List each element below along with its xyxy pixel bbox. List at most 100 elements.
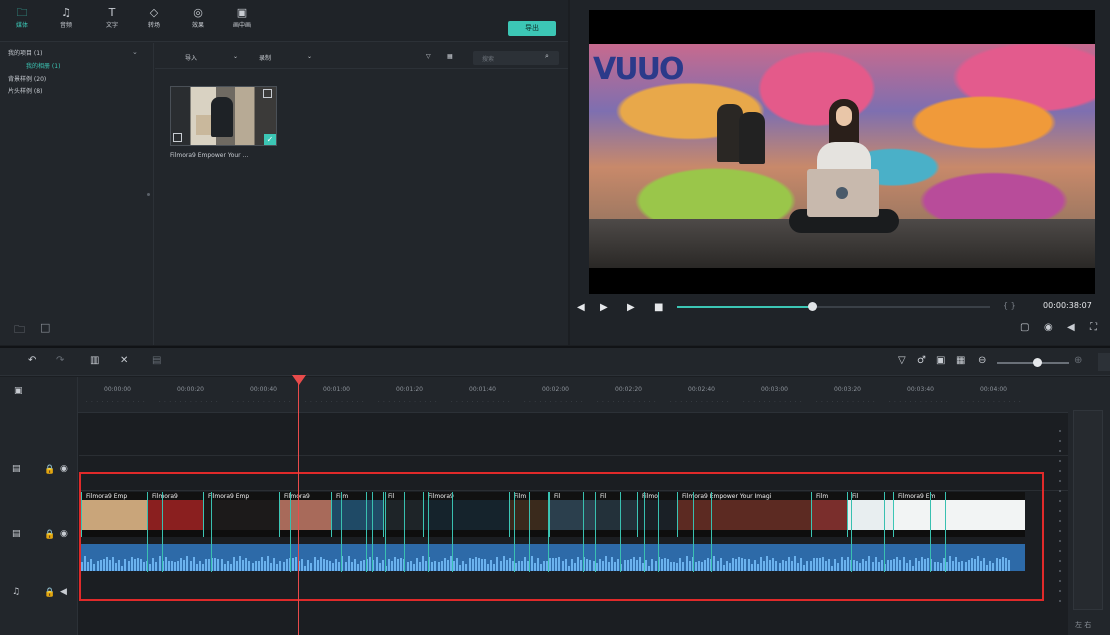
library-tree: 我的项目 (1) 我的相册 (1) 背景样例 (20) 片头样例 (8) ⌄ 🗀…: [0, 43, 154, 345]
video-frame: VUUO: [589, 44, 1095, 268]
tab-transition[interactable]: ◇ 转场: [136, 6, 172, 29]
playback-progress-fill: [677, 306, 812, 308]
undo-icon[interactable]: ↶: [28, 355, 36, 366]
ruler-minor-ticks: . . . . . . . . . . . .: [305, 398, 365, 404]
meter-scale-dot: [1059, 500, 1061, 502]
ruler-tick-label: 00:00:40: [250, 386, 277, 393]
redo-icon[interactable]: ↷: [56, 355, 64, 366]
media-caption: Filmora9 Empower Your ...: [170, 152, 249, 159]
tree-item-my-album[interactable]: 我的相册 (1): [26, 61, 60, 70]
tab-text-label: 文字: [105, 22, 118, 29]
folder-outline-icon[interactable]: □: [40, 321, 50, 334]
play-icon[interactable]: ▶: [600, 302, 608, 313]
voiceover-icon[interactable]: ▣: [936, 355, 945, 366]
ruler-tick-label: 00:02:20: [615, 386, 642, 393]
grid-view-icon[interactable]: ▦: [447, 53, 453, 60]
tab-text[interactable]: T 文字: [94, 6, 130, 29]
ruler-tick-label: 00:01:40: [469, 386, 496, 393]
ruler-tick-label: 00:02:40: [688, 386, 715, 393]
snapshot-icon[interactable]: ◉: [1044, 322, 1053, 333]
tab-pip[interactable]: ▣ 画中画: [224, 6, 260, 29]
chevron-down-icon[interactable]: ⌄: [233, 53, 238, 60]
fullscreen-icon[interactable]: ⛶: [1090, 322, 1097, 333]
search-icon[interactable]: ⌕: [545, 52, 549, 61]
ruler-minor-ticks: . . . . . . . . . . . .: [816, 398, 876, 404]
eye-icon[interactable]: ◉: [60, 464, 68, 474]
meter-scale-dot: [1059, 470, 1061, 472]
meter-scale-dot: [1059, 520, 1061, 522]
chevron-down-icon[interactable]: ⌄: [132, 48, 138, 56]
pip-icon: ▣: [236, 6, 248, 19]
tab-media-label: 媒体: [15, 22, 28, 29]
zoom-fit-button[interactable]: [1098, 353, 1110, 371]
laptop-logo: [836, 187, 848, 199]
mixer-icon[interactable]: ▦: [956, 355, 965, 366]
ruler-tick-label: 00:03:00: [761, 386, 788, 393]
mic-icon[interactable]: ♂: [917, 355, 926, 366]
record-dropdown[interactable]: 录制: [259, 53, 271, 62]
lock-icon[interactable]: 🔒: [44, 588, 55, 598]
meter-scale-dot: [1059, 580, 1061, 582]
graffiti-text: VUUO: [593, 52, 684, 87]
chevron-down-icon[interactable]: ⌄: [307, 53, 312, 60]
tab-pip-label: 画中画: [232, 22, 251, 29]
tree-item-backgrounds[interactable]: 背景样例 (20): [8, 74, 46, 83]
meter-scale-dot: [1059, 590, 1061, 592]
playback-scrubber[interactable]: [807, 302, 817, 311]
speaker-icon[interactable]: ◀: [60, 587, 67, 597]
new-folder-icon[interactable]: 🗀: [14, 321, 25, 340]
resize-handle[interactable]: [147, 193, 150, 196]
ruler-tick-label: 00:00:00: [104, 386, 131, 393]
zoom-in-icon[interactable]: ⊕: [1074, 355, 1082, 366]
volume-icon[interactable]: ◀: [1067, 322, 1075, 333]
tree-item-my-project[interactable]: 我的项目 (1): [8, 48, 42, 57]
media-type-icon: [263, 89, 272, 98]
lock-icon[interactable]: 🔒: [44, 530, 55, 540]
meter-scale-dot: [1059, 450, 1061, 452]
media-thumbnail[interactable]: [170, 86, 277, 146]
meter-scale-dot: [1059, 600, 1061, 602]
lock-icon[interactable]: 🔒: [44, 465, 55, 475]
ruler-tick-label: 00:03:20: [834, 386, 861, 393]
meter-scale-dot: [1059, 480, 1061, 482]
time-ruler[interactable]: [78, 377, 1068, 413]
filter-icon[interactable]: ▽: [426, 53, 431, 60]
crop-icon[interactable]: ▤: [152, 355, 161, 366]
ruler-minor-ticks: . . . . . . . . . . . .: [670, 398, 730, 404]
stop-icon[interactable]: ■: [654, 302, 663, 313]
zoom-slider-knob[interactable]: [1032, 358, 1042, 367]
transition-icon: ◇: [149, 6, 159, 19]
playhead-handle[interactable]: [292, 375, 306, 385]
search-placeholder: 搜索: [482, 56, 495, 63]
mark-in-out[interactable]: { }: [1003, 301, 1016, 310]
prev-frame-icon[interactable]: ◀: [577, 302, 585, 313]
ruler-minor-ticks: . . . . . . . . . . . .: [378, 398, 438, 404]
meter-scale-dot: [1059, 540, 1061, 542]
cut-icon[interactable]: ✕: [120, 355, 128, 366]
selection-rectangle: [79, 472, 1044, 601]
export-button[interactable]: 导出: [508, 21, 556, 36]
import-dropdown[interactable]: 导入: [185, 53, 197, 62]
track-type-icon: ▤: [12, 464, 21, 474]
eye-icon[interactable]: ◉: [60, 529, 68, 539]
ruler-tick-label: 00:01:20: [396, 386, 423, 393]
render-icon[interactable]: ▢: [1020, 322, 1029, 333]
tab-audio[interactable]: ♫ 音频: [48, 6, 84, 29]
ruler-minor-ticks: . . . . . . . . . . . .: [86, 398, 146, 404]
folder-icon: 🗀: [16, 6, 28, 19]
meter-scale-dot: [1059, 550, 1061, 552]
tab-media[interactable]: 🗀 媒体: [4, 6, 40, 29]
thumbnail-image-figure: [211, 97, 233, 137]
video-preview[interactable]: VUUO: [589, 10, 1095, 294]
playhead[interactable]: [298, 378, 299, 635]
marker-icon[interactable]: ▽: [898, 355, 906, 366]
track-type-icon: ▤: [12, 529, 21, 539]
tab-effects[interactable]: ◎ 效果: [180, 6, 216, 29]
next-frame-icon[interactable]: ▶: [627, 302, 635, 313]
delete-icon[interactable]: ▥: [90, 355, 99, 366]
tree-item-intros[interactable]: 片头样例 (8): [8, 86, 42, 95]
ruler-minor-ticks: . . . . . . . . . . . .: [889, 398, 949, 404]
zoom-out-icon[interactable]: ⊖: [978, 355, 986, 366]
add-track-icon[interactable]: ▣: [14, 386, 23, 396]
tab-transition-label: 转场: [147, 22, 160, 29]
